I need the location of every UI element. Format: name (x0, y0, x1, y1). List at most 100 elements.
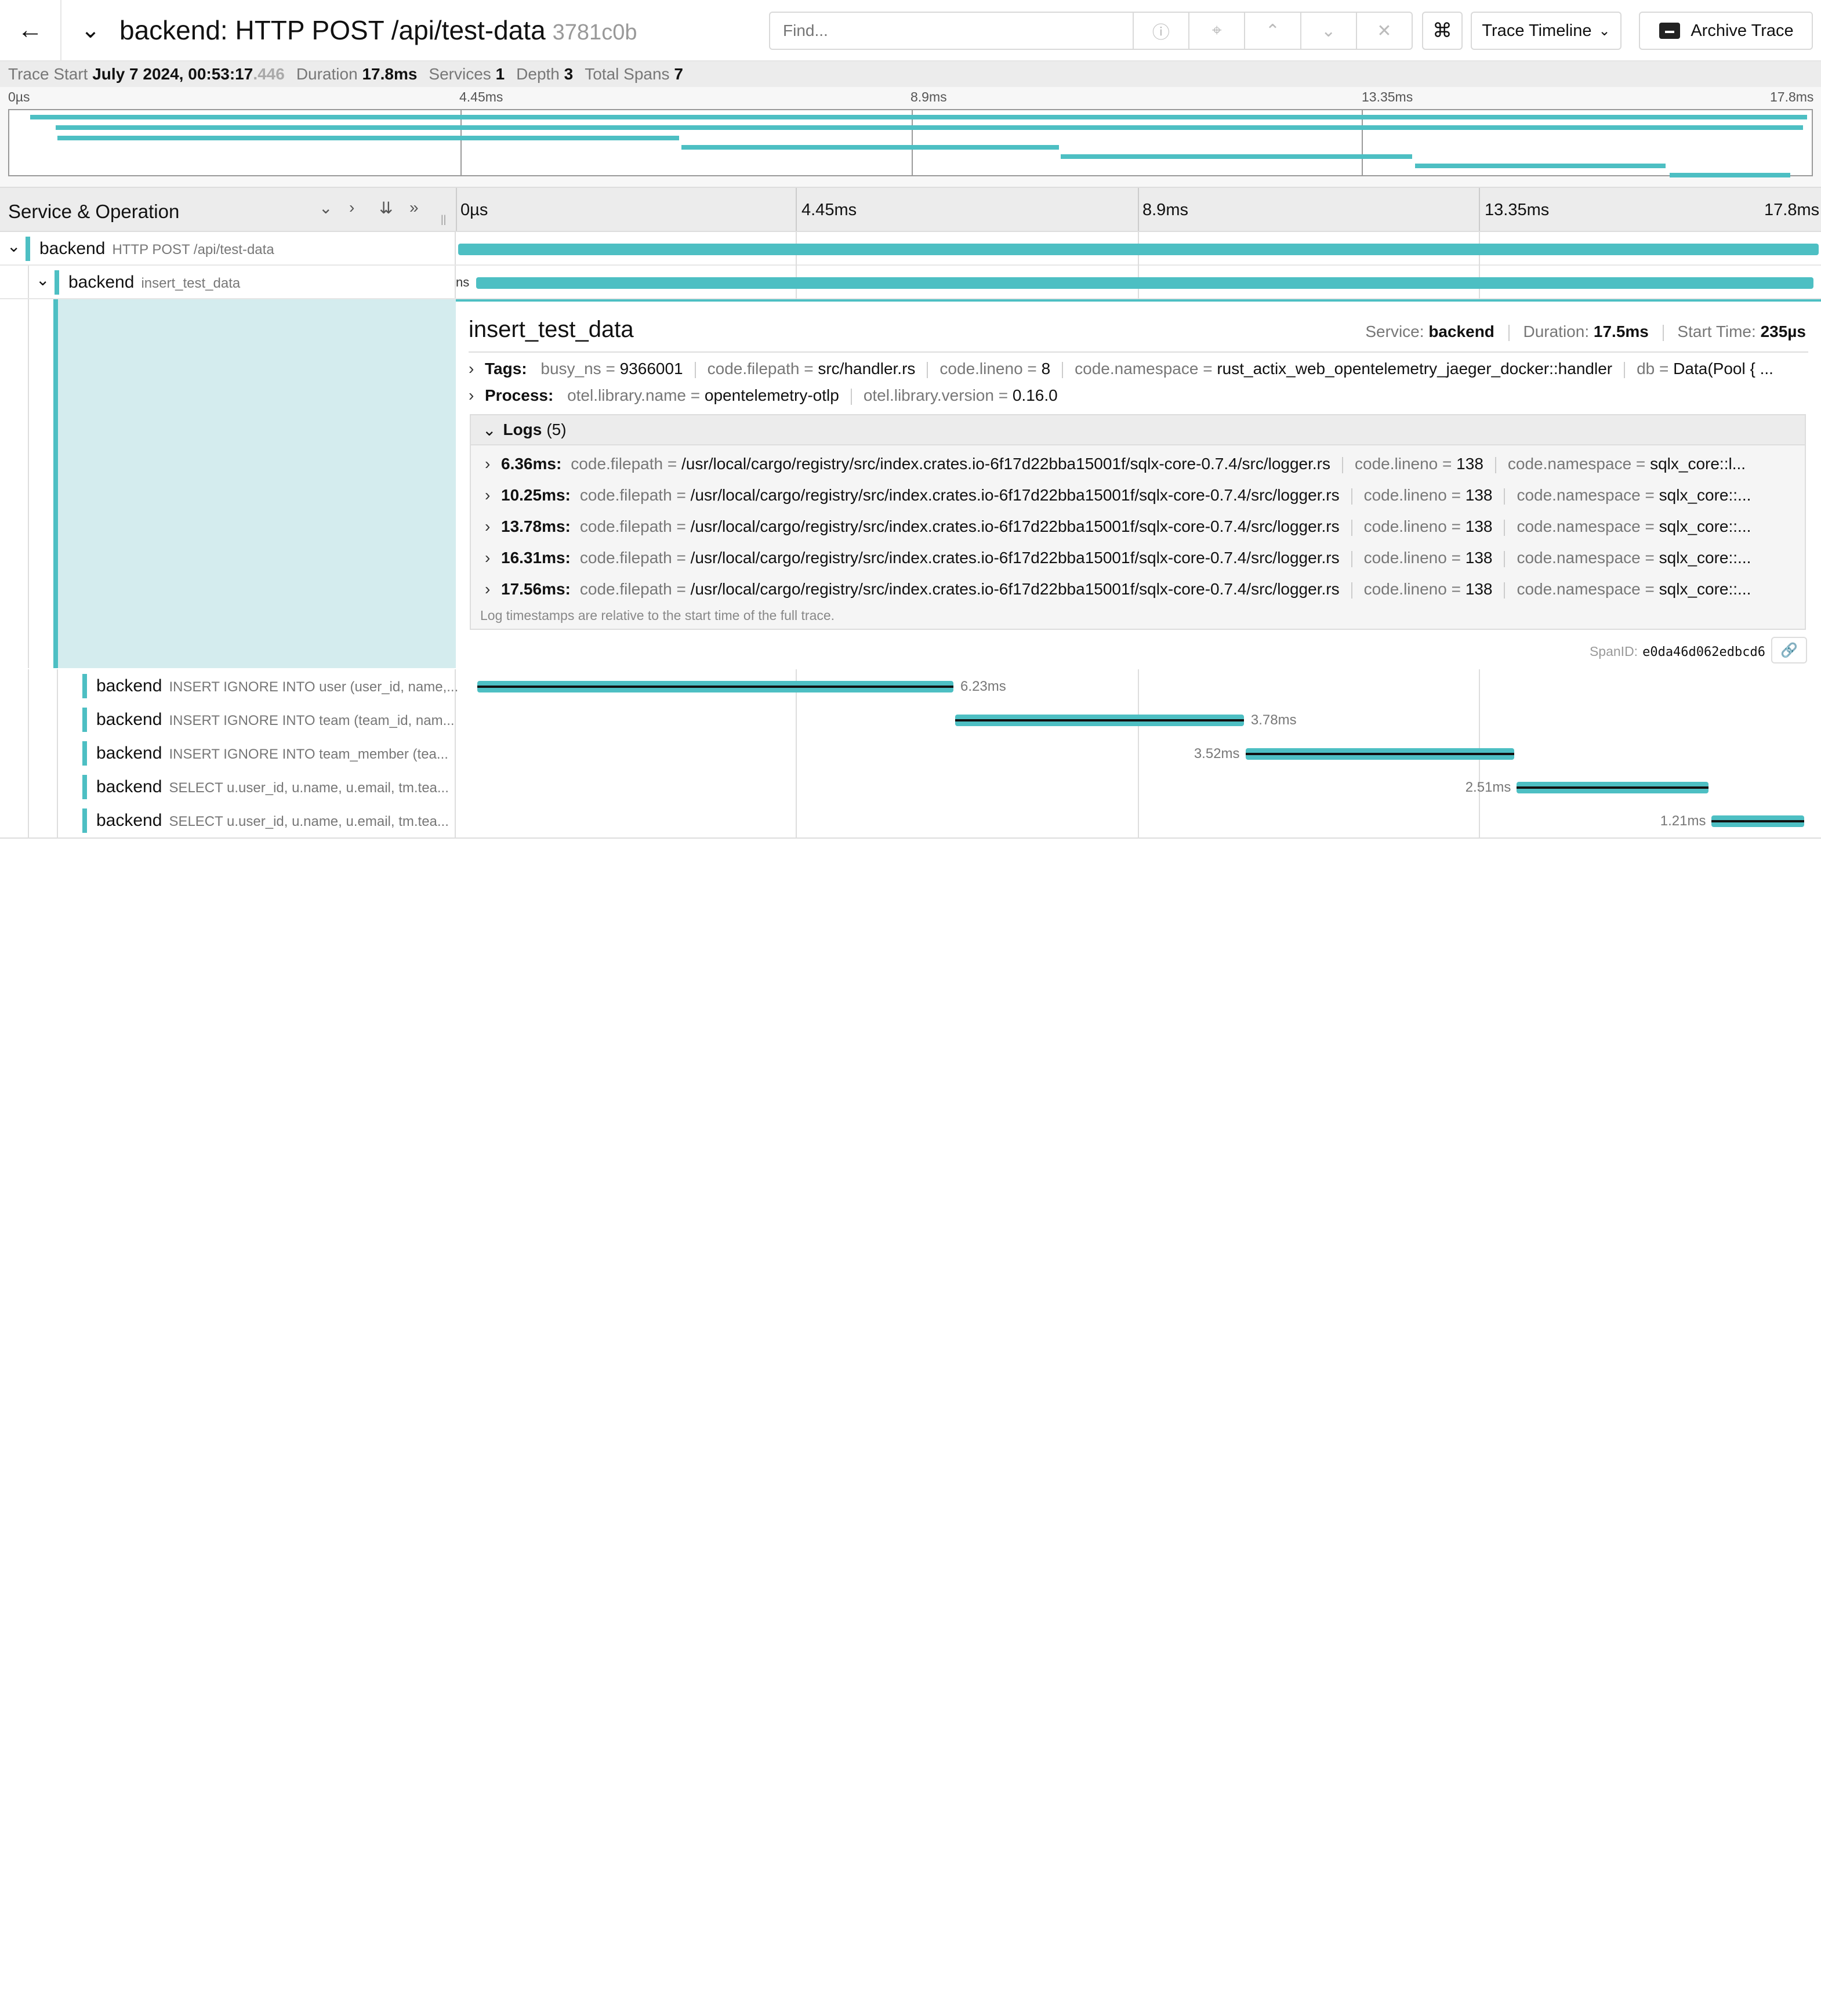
operation-name: insert_test_data (141, 275, 241, 291)
timeline-gridline (1479, 804, 1480, 837)
trace-title: backend: HTTP POST /api/test-data 3781c0b (119, 14, 637, 46)
help-button[interactable]: ⓘ (1132, 13, 1188, 49)
kv-key: code.lineno (939, 360, 1023, 378)
trace-total-spans: Total Spans 7 (585, 65, 683, 84)
logs-count: (5) (546, 420, 567, 438)
span-row[interactable]: ⌄ backend insert_test_data ns (0, 266, 1821, 299)
span-bar[interactable] (476, 277, 1814, 289)
span-label: backend INSERT IGNORE INTO user (user_id,… (96, 676, 458, 696)
service-name: backend (96, 777, 162, 796)
chevron-down-icon[interactable]: ⌄ (36, 270, 49, 289)
span-bar[interactable] (1711, 815, 1804, 827)
header-divider (456, 188, 457, 231)
expand-all-icon[interactable]: » (409, 198, 419, 217)
kv-equals: = (1446, 486, 1465, 504)
logs-header[interactable]: ⌄ Logs (5) (471, 415, 1805, 445)
locate-button[interactable]: ⌖ (1188, 13, 1244, 49)
detail-start-value: 235µs (1760, 322, 1806, 340)
kv-key: code.namespace (1517, 486, 1641, 504)
archive-trace-label: Archive Trace (1691, 21, 1794, 40)
span-name-cell[interactable]: ⌄ backend insert_test_data (0, 266, 456, 298)
separator (850, 388, 852, 405)
log-entry[interactable]: › 6.36ms: code.filepath = /usr/local/cargo… (485, 455, 1805, 473)
detail-start-label: Start Time: (1677, 322, 1756, 340)
service-name: backend (96, 744, 162, 763)
kv-key: code.namespace (1075, 360, 1199, 378)
tree-line (28, 703, 29, 737)
span-row[interactable]: backend INSERT IGNORE INTO team (team_id,… (0, 703, 1821, 737)
span-row[interactable]: backend INSERT IGNORE INTO team_member (t… (0, 737, 1821, 770)
span-bar[interactable] (1517, 782, 1709, 793)
span-row[interactable]: ⌄ backend HTTP POST /api/test-data (0, 232, 1821, 266)
separator (1504, 582, 1506, 599)
minimap-span-bar (1060, 154, 1412, 159)
span-bar[interactable] (477, 681, 954, 692)
view-selector[interactable]: Trace Timeline ⌄ (1471, 12, 1622, 50)
process-row[interactable]: › Process: otel.library.name = openteleme… (469, 386, 1069, 405)
span-row[interactable]: backend SELECT u.user_id, u.name, u.email… (0, 770, 1821, 804)
span-self-time (477, 686, 954, 688)
span-row[interactable]: backend SELECT u.user_id, u.name, u.email… (0, 804, 1821, 837)
span-bar[interactable] (1245, 748, 1515, 760)
operation-name: INSERT IGNORE INTO team (team_id, nam... (169, 713, 455, 728)
span-self-time (1245, 753, 1515, 755)
log-entry[interactable]: › 10.25ms: code.filepath = /usr/local/carg… (485, 486, 1805, 505)
tags-row[interactable]: › Tags: busy_ns = 9366001 code.filepath = … (469, 360, 1785, 378)
span-name-cell[interactable]: backend SELECT u.user_id, u.name, u.email… (0, 770, 456, 804)
kv-key: code.lineno (1363, 580, 1447, 598)
span-color-bar (55, 270, 59, 295)
tags-list: busy_ns = 9366001 code.filepath = src/han… (541, 360, 1785, 378)
tree-line (57, 703, 58, 737)
kv-key: code.lineno (1363, 549, 1447, 567)
tree-line (28, 737, 29, 770)
depth-value: 3 (564, 65, 574, 83)
back-button[interactable]: ← (0, 0, 61, 61)
log-entry[interactable]: › 13.78ms: code.filepath = /usr/local/carg… (485, 517, 1805, 536)
kv-key: code.filepath (707, 360, 800, 378)
archive-trace-button[interactable]: Archive Trace (1639, 12, 1813, 50)
kv-equals: = (672, 549, 691, 567)
chevron-down-icon: ⌄ (483, 420, 496, 439)
kv-value: 138 (1465, 580, 1493, 598)
span-name-cell[interactable]: backend SELECT u.user_id, u.name, u.email… (0, 804, 456, 837)
next-match-button[interactable]: ⌄ (1300, 13, 1356, 49)
collapse-all-icon[interactable]: ⇊ (379, 198, 393, 217)
expand-one-icon[interactable]: › (349, 198, 354, 217)
span-name-cell[interactable]: backend INSERT IGNORE INTO user (user_id,… (0, 669, 458, 703)
span-label: backend SELECT u.user_id, u.name, u.email… (96, 811, 449, 831)
kv-equals: = (672, 486, 691, 504)
kv-value: src/handler.rs (818, 360, 916, 378)
link-icon: 🔗 (1780, 642, 1798, 658)
span-bar[interactable] (955, 715, 1244, 726)
prev-match-button[interactable]: ⌃ (1244, 13, 1300, 49)
operation-name: INSERT IGNORE INTO team_member (tea... (169, 746, 448, 762)
span-name-cell[interactable]: ⌄ backend HTTP POST /api/test-data (0, 232, 456, 264)
log-entry[interactable]: › 16.31ms: code.filepath = /usr/local/carg… (485, 549, 1805, 567)
copy-link-button[interactable]: 🔗 (1771, 637, 1807, 663)
timeline-tick: 4.45ms (801, 201, 857, 219)
find-input[interactable] (770, 13, 1133, 49)
span-row[interactable]: backend INSERT IGNORE INTO user (user_id,… (0, 669, 1821, 703)
kv-value: sqlx_core::... (1659, 486, 1751, 504)
separator (1504, 550, 1506, 567)
separator (1062, 361, 1064, 378)
collapse-header-button[interactable]: ⌄ (61, 17, 119, 43)
collapse-one-icon[interactable]: ⌄ (319, 198, 332, 217)
trace-minimap[interactable]: 0µs 4.45ms 8.9ms 13.35ms 17.8ms (0, 87, 1821, 187)
chevron-down-icon[interactable]: ⌄ (7, 237, 20, 256)
service-name: backend (96, 710, 162, 729)
tree-line (57, 770, 58, 804)
span-name-cell[interactable]: backend INSERT IGNORE INTO team_member (t… (0, 737, 456, 770)
log-timestamp: 6.36ms: (501, 455, 562, 473)
archive-icon (1659, 23, 1681, 39)
span-duration-label: 3.78ms (1250, 712, 1297, 728)
minimap-canvas[interactable] (8, 109, 1813, 177)
log-entry[interactable]: › 17.56ms: code.filepath = /usr/local/carg… (485, 580, 1805, 599)
tree-indent (0, 299, 58, 668)
column-resize-handle[interactable]: || (441, 213, 446, 226)
span-name-cell[interactable]: backend INSERT IGNORE INTO team (team_id,… (0, 703, 456, 737)
keyboard-shortcuts-button[interactable]: ⌘ (1422, 12, 1463, 50)
detail-service-value: backend (1428, 322, 1494, 340)
span-bar[interactable] (458, 244, 1819, 255)
clear-find-button[interactable]: ✕ (1355, 13, 1412, 49)
